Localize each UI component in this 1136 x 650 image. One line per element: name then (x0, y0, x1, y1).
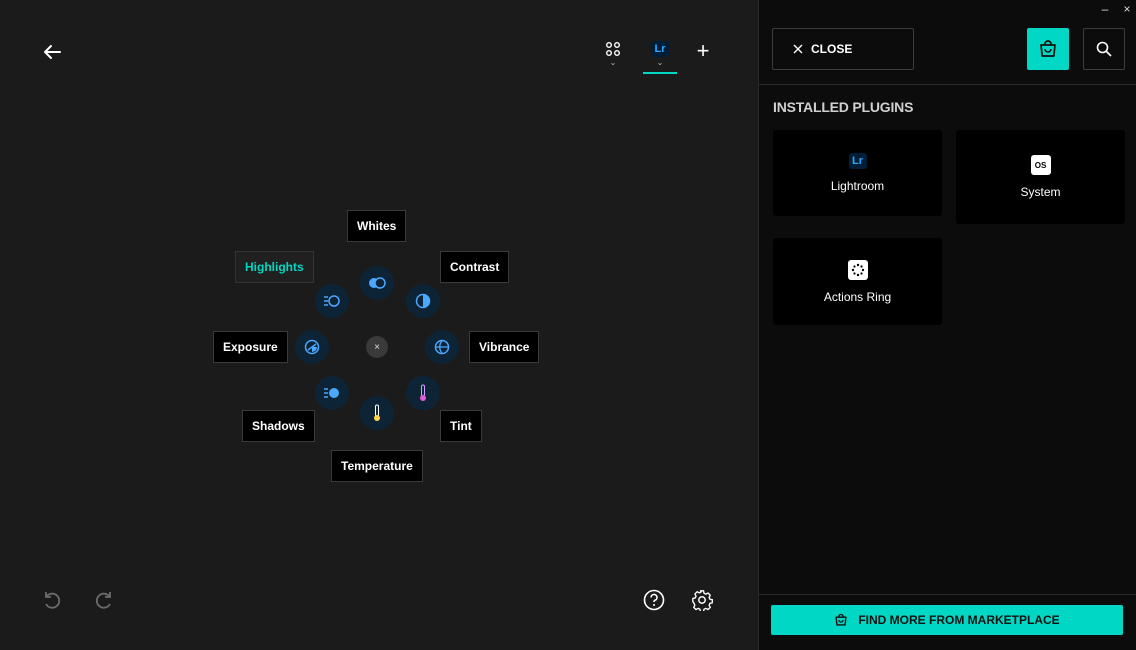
plus-icon: + (696, 38, 710, 63)
apps-profile-button[interactable]: ⌄ (598, 36, 628, 72)
shopping-bag-icon (1040, 40, 1056, 57)
gear-icon (692, 590, 713, 611)
grid-icon (606, 42, 620, 56)
temperature-ring-button[interactable] (360, 396, 394, 430)
exposure-label: Exposure (213, 331, 288, 363)
lightroom-logo-icon: Lr (848, 153, 867, 169)
exposure-icon (304, 339, 320, 355)
installed-plugins-title: INSTALLED PLUGINS (773, 99, 914, 115)
thermometer-tint-icon (420, 384, 426, 401)
shadows-icon (324, 388, 339, 398)
settings-button[interactable] (688, 586, 716, 614)
whites-label: Whites (347, 210, 407, 242)
redo-icon (95, 592, 111, 609)
contrast-label: Contrast (440, 251, 510, 283)
shadows-label: Shadows (242, 410, 315, 442)
search-button[interactable] (1083, 28, 1125, 70)
whites-ring-button[interactable] (360, 266, 394, 300)
tint-ring-button[interactable] (406, 376, 440, 410)
find-more-marketplace-button[interactable]: FIND MORE FROM MARKETPLACE (771, 605, 1123, 635)
shadows-ring-button[interactable] (315, 376, 349, 410)
plugin-card-lightroom[interactable]: Lr Lightroom (773, 130, 942, 216)
temperature-label: Temperature (331, 450, 423, 482)
arrow-left-icon (44, 45, 61, 59)
header-divider (759, 84, 1136, 85)
undo-icon (45, 592, 61, 609)
highlights-ring-button[interactable] (315, 284, 349, 318)
lightroom-profile-tab[interactable]: Lr ⌄ (643, 36, 677, 74)
chevron-down-icon: ⌄ (656, 58, 664, 67)
vibrance-ring-button[interactable] (425, 330, 459, 364)
search-icon (1096, 41, 1112, 57)
shopping-bag-icon (835, 613, 847, 626)
contrast-ring-button[interactable] (406, 284, 440, 318)
contrast-icon (415, 293, 431, 309)
exposure-ring-button[interactable] (295, 330, 329, 364)
close-panel-button[interactable]: CLOSE (772, 28, 914, 70)
plugins-panel: – × CLOSE INSTALLED PLUGINS Lr Lightroom… (758, 0, 1136, 650)
plugin-card-system[interactable]: OS System (956, 130, 1125, 224)
close-icon (793, 44, 803, 54)
close-ring-button[interactable]: × (366, 336, 388, 358)
redo-button[interactable] (90, 586, 118, 614)
marketplace-label: FIND MORE FROM MARKETPLACE (858, 613, 1060, 627)
add-profile-button[interactable]: + (690, 38, 716, 64)
vibrance-icon (434, 339, 450, 355)
actions-ring-icon (847, 259, 868, 280)
main-canvas: ⌄ Lr ⌄ + × Whites Highlights Contrast Ex… (0, 0, 758, 650)
vibrance-label: Vibrance (469, 331, 540, 363)
marketplace-button[interactable] (1027, 28, 1069, 70)
whites-icon (369, 277, 386, 289)
plugin-card-actions-ring[interactable]: Actions Ring (773, 238, 942, 325)
plugin-name: Actions Ring (823, 289, 892, 304)
highlights-label: Highlights (235, 251, 314, 283)
minimize-window-button[interactable]: – (1095, 2, 1115, 16)
close-panel-label: CLOSE (811, 42, 853, 56)
highlights-icon (324, 295, 340, 307)
help-icon (643, 589, 665, 611)
thermometer-icon (374, 404, 380, 421)
footer-divider (759, 594, 1136, 595)
back-button[interactable] (36, 38, 68, 66)
plugin-name: System (1020, 185, 1061, 199)
help-button[interactable] (640, 586, 668, 614)
tint-label: Tint (440, 410, 482, 442)
close-window-button[interactable]: × (1117, 2, 1136, 16)
chevron-down-icon: ⌄ (609, 58, 617, 67)
lightroom-logo-icon: Lr (651, 41, 669, 57)
os-icon: OS (1030, 155, 1051, 175)
plugin-name: Lightroom (830, 179, 885, 193)
undo-button[interactable] (38, 586, 66, 614)
